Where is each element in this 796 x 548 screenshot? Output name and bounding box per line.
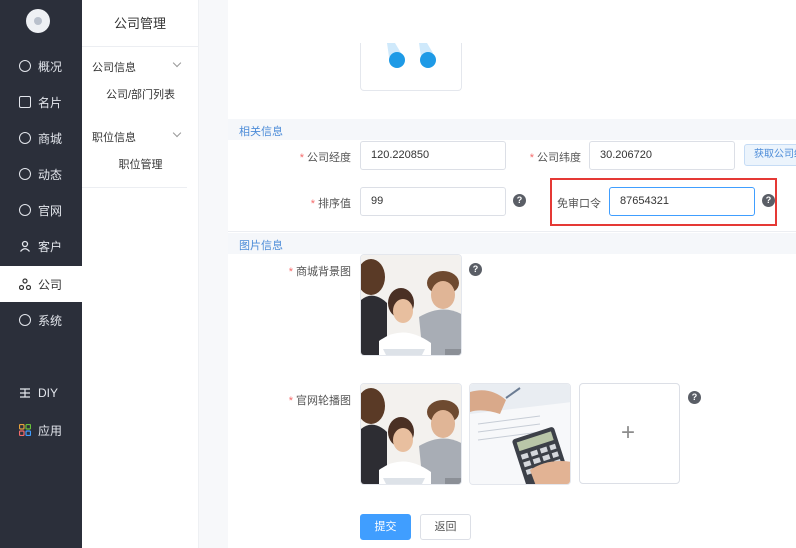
- gear-icon: [19, 314, 31, 326]
- nav-item-shop[interactable]: 商城: [0, 120, 82, 156]
- chevron-down-icon[interactable]: [172, 128, 182, 138]
- nav-item-label: DIY: [38, 386, 59, 400]
- submenu-title: 公司管理: [82, 0, 198, 47]
- submenu: 公司管理 公司信息 公司/部门列表 职位信息 职位管理: [82, 0, 199, 548]
- nav-item-label: 商城: [38, 131, 63, 146]
- get-coordinates-button[interactable]: 获取公司经纬度: [744, 144, 796, 166]
- passcode-label: 免审口令: [557, 198, 601, 210]
- help-icon[interactable]: ?: [688, 391, 701, 404]
- nav-item-label: 动态: [38, 167, 63, 182]
- compass-icon: [19, 168, 31, 180]
- user-icon: [19, 240, 31, 252]
- main-content: 相关信息 * 公司经度 120.220850 * 公司纬度 30.206720 获取…: [199, 0, 796, 548]
- nav-item-overview[interactable]: 概况: [0, 48, 82, 84]
- submenu-link-position-manage[interactable]: 职位管理: [82, 156, 199, 172]
- section-image-info: 图片信息: [228, 233, 796, 254]
- card-icon: [19, 96, 31, 108]
- submit-button[interactable]: 提交: [360, 514, 411, 540]
- section-title: 相关信息: [239, 126, 283, 138]
- submenu-link-company-list[interactable]: 公司/部门列表: [82, 86, 199, 102]
- mall-background-image[interactable]: [360, 254, 462, 356]
- diy-icon: [19, 387, 31, 399]
- sort-input[interactable]: 99: [360, 187, 506, 216]
- nav-item-label: 概况: [38, 59, 63, 74]
- shop-icon: [19, 132, 31, 144]
- submenu-group-company[interactable]: 公司信息: [92, 59, 136, 75]
- globe-icon: [19, 204, 31, 216]
- main-nav: 概况 名片 商城 动态 官网 客户 公司 系统 DIY 应用: [0, 0, 82, 548]
- section-title: 图片信息: [239, 240, 283, 252]
- nav-item-website[interactable]: 官网: [0, 192, 82, 228]
- help-icon[interactable]: ?: [762, 194, 775, 207]
- carousel-image-calculator[interactable]: [469, 383, 571, 485]
- submenu-group-position[interactable]: 职位信息: [92, 129, 136, 145]
- nav-item-label: 公司: [38, 277, 63, 292]
- carousel-label: * 官网轮播图: [288, 395, 351, 407]
- nav-item-label: 官网: [38, 203, 63, 218]
- nav-item-label: 系统: [38, 313, 63, 328]
- mall-background-label: * 商城背景图: [288, 266, 351, 278]
- submenu-group-label: 职位信息: [92, 132, 136, 144]
- logo-image-preview[interactable]: [360, 43, 462, 91]
- apps-icon: [19, 424, 31, 436]
- submenu-group-label: 公司信息: [92, 62, 136, 74]
- latitude-input[interactable]: 30.206720: [589, 141, 735, 170]
- passcode-input[interactable]: 87654321: [609, 187, 755, 216]
- nav-item-system[interactable]: 系统: [0, 302, 82, 338]
- chevron-down-icon[interactable]: [172, 58, 182, 68]
- help-icon[interactable]: ?: [513, 194, 526, 207]
- nav-item-news[interactable]: 动态: [0, 156, 82, 192]
- logo-mark-icon: [34, 17, 42, 25]
- org-icon: [19, 278, 31, 290]
- app-logo[interactable]: [26, 9, 50, 33]
- nav-item-label: 名片: [38, 95, 63, 110]
- back-button[interactable]: 返回: [420, 514, 471, 540]
- sort-label: * 排序值: [310, 198, 351, 210]
- nav-item-diy[interactable]: DIY: [0, 375, 82, 411]
- content-gutter: [199, 0, 228, 548]
- add-carousel-image-button[interactable]: +: [579, 383, 680, 484]
- nav-item-company[interactable]: 公司: [0, 266, 82, 302]
- nav-item-customer[interactable]: 客户: [0, 228, 82, 264]
- carousel-image-people[interactable]: [360, 383, 462, 485]
- section-divider: [228, 231, 796, 232]
- help-icon[interactable]: ?: [469, 263, 482, 276]
- submenu-divider: [82, 187, 187, 188]
- longitude-label: * 公司经度: [299, 152, 351, 164]
- pie-chart-icon: [19, 60, 31, 72]
- nav-item-apps[interactable]: 应用: [0, 412, 82, 448]
- longitude-input[interactable]: 120.220850: [360, 141, 506, 170]
- nav-item-label: 应用: [38, 423, 63, 438]
- nav-item-card[interactable]: 名片: [0, 84, 82, 120]
- section-related-info: 相关信息: [228, 119, 796, 140]
- latitude-label: * 公司纬度: [529, 152, 581, 164]
- plus-icon: +: [621, 419, 636, 446]
- nav-item-label: 客户: [38, 239, 63, 254]
